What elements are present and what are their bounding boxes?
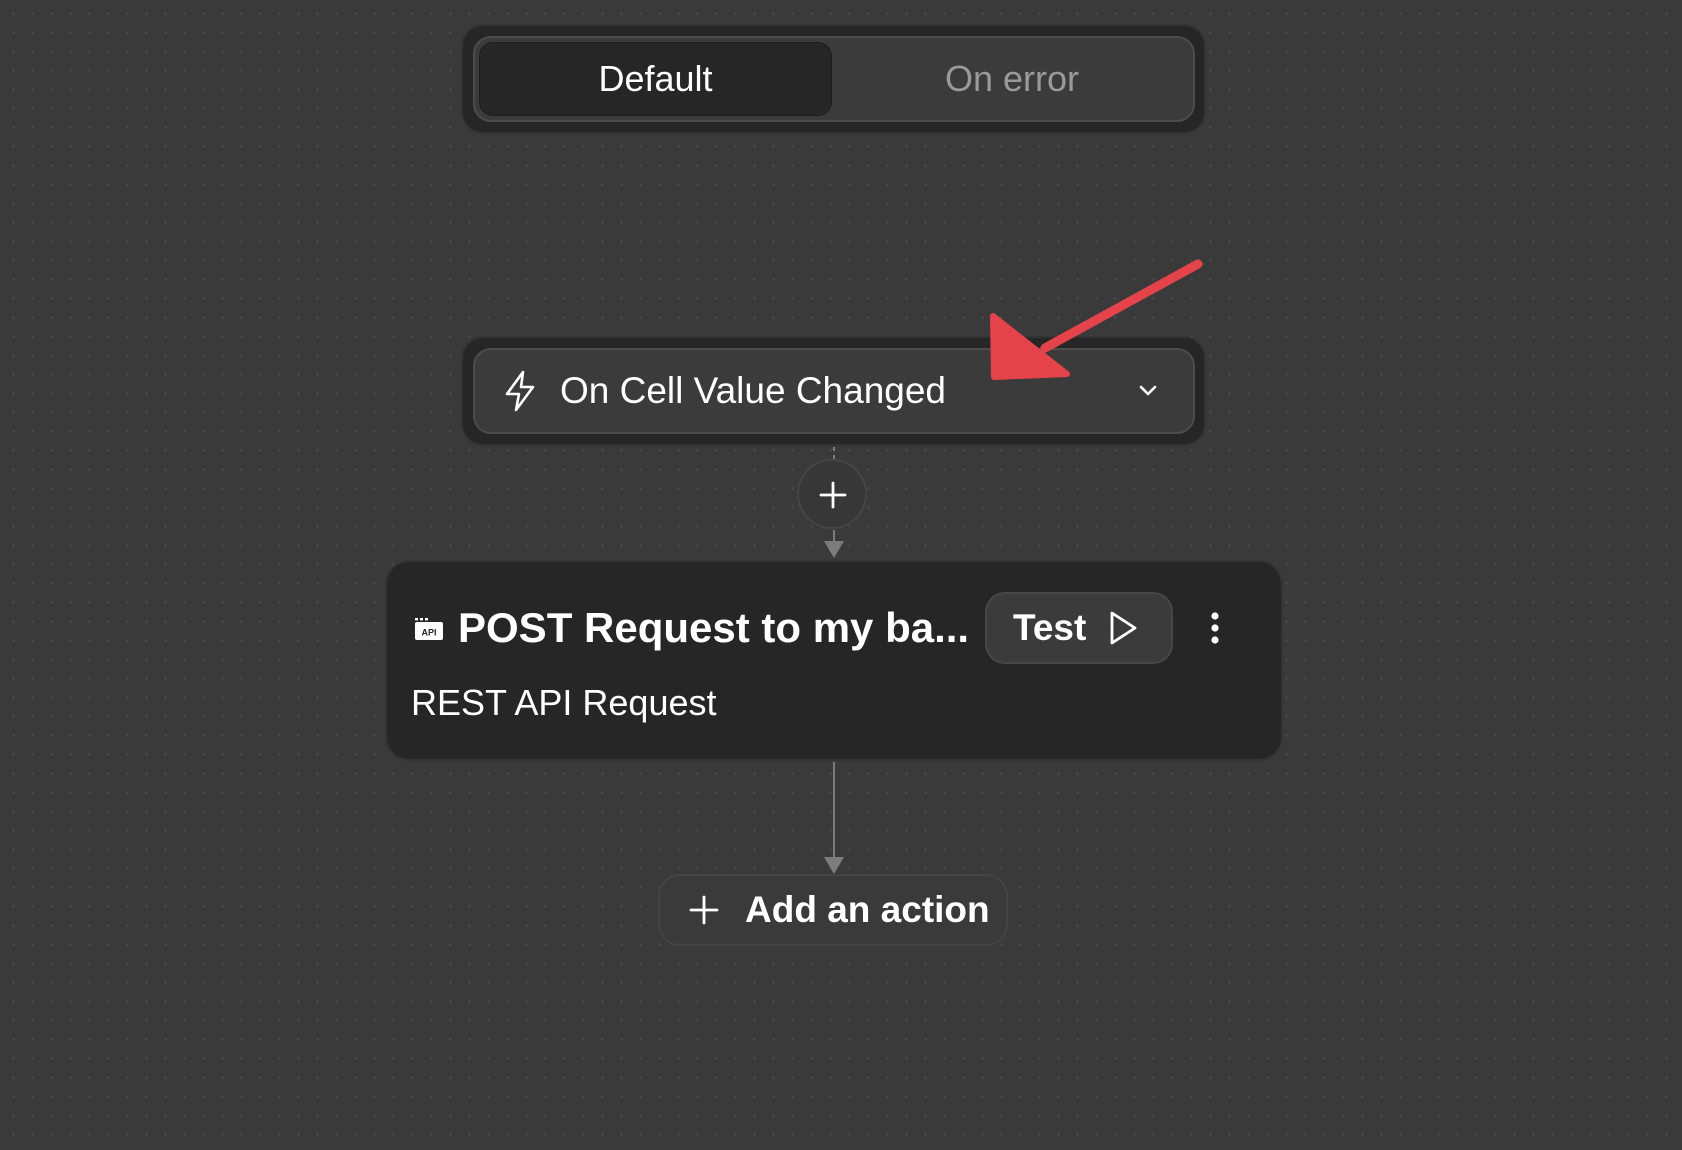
plus-icon	[689, 895, 719, 925]
add-step-button[interactable]	[797, 459, 867, 529]
connector-line	[833, 447, 835, 459]
plus-icon	[819, 481, 847, 509]
test-button-label: Test	[1013, 607, 1087, 648]
add-action-label: Add an action	[745, 889, 990, 930]
tab-on-error[interactable]: On error	[835, 42, 1189, 116]
chevron-down-icon[interactable]	[1135, 378, 1161, 404]
test-button[interactable]: Test	[985, 592, 1173, 664]
trigger-label: On Cell Value Changed	[560, 370, 947, 411]
svg-text:API: API	[421, 628, 436, 638]
connector-line	[833, 762, 835, 858]
lightning-bolt-icon	[505, 370, 535, 412]
tab-default[interactable]: Default	[479, 42, 832, 116]
action-title: POST Request to my ba...	[458, 604, 970, 651]
more-vertical-icon[interactable]	[1200, 610, 1230, 650]
action-subtitle: REST API Request	[411, 682, 717, 723]
connector-arrowhead	[824, 541, 844, 558]
play-icon	[1110, 611, 1137, 645]
add-action-button[interactable]: Add an action	[658, 874, 1008, 946]
tab-default-label: Default	[598, 58, 713, 99]
api-icon: API	[415, 618, 443, 640]
connector-arrowhead	[824, 857, 844, 874]
tab-on-error-label: On error	[944, 58, 1080, 99]
